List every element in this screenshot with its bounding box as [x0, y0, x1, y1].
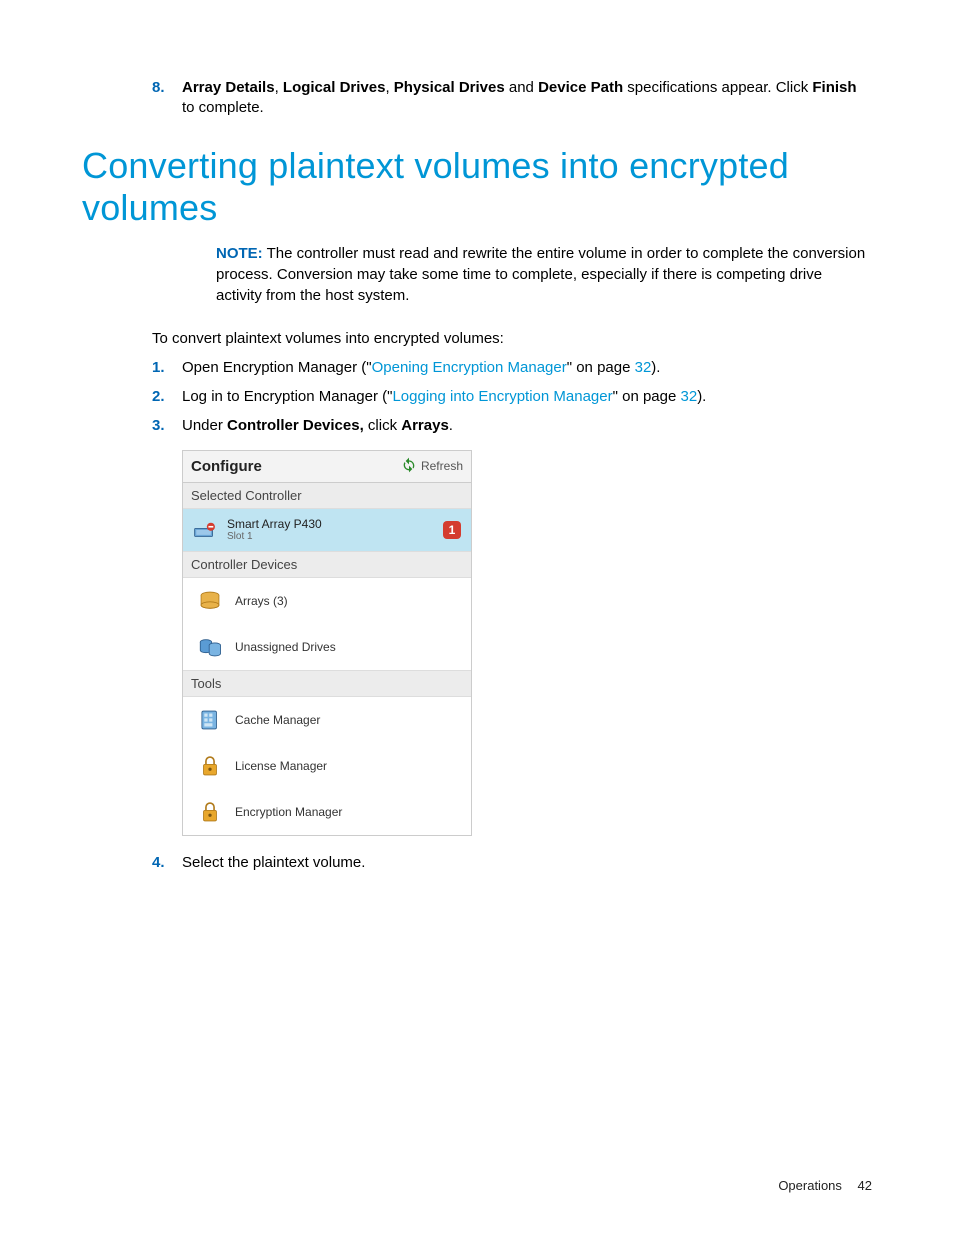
note-text: The controller must read and rewrite the…	[216, 245, 865, 304]
configure-panel: Configure Refresh Selected Controller Sm…	[182, 450, 472, 836]
list-body: Array Details, Logical Drives, Physical …	[182, 78, 872, 119]
footer-section: Operations	[778, 1178, 842, 1193]
bold-device-path: Device Path	[538, 79, 623, 96]
license-label: License Manager	[235, 759, 327, 773]
encryption-manager-row[interactable]: Encryption Manager	[183, 789, 471, 835]
step-number: 2.	[152, 386, 182, 407]
step-4: 4. Select the plaintext volume.	[152, 852, 872, 873]
list-item-8: 8. Array Details, Logical Drives, Physic…	[152, 78, 872, 119]
encryption-label: Encryption Manager	[235, 805, 342, 819]
step-number: 1.	[152, 357, 182, 378]
cache-icon	[197, 707, 223, 733]
step-number: 4.	[152, 852, 182, 873]
list-number: 8.	[152, 78, 182, 119]
step-3: 3. Under Controller Devices, click Array…	[152, 415, 872, 436]
refresh-button[interactable]: Refresh	[401, 457, 463, 476]
bold-finish: Finish	[812, 79, 856, 96]
intro-text: To convert plaintext volumes into encryp…	[152, 330, 872, 347]
cache-label: Cache Manager	[235, 713, 320, 727]
controller-name: Smart Array P430	[227, 517, 435, 531]
link-page-32b[interactable]: 32	[681, 388, 698, 405]
footer-page-number: 42	[858, 1178, 872, 1193]
unassigned-drives-row[interactable]: Unassigned Drives	[183, 624, 471, 670]
section-selected-controller: Selected Controller	[183, 483, 471, 509]
step-number: 3.	[152, 415, 182, 436]
refresh-label: Refresh	[421, 459, 463, 473]
unassigned-label: Unassigned Drives	[235, 640, 336, 654]
link-page-32a[interactable]: 32	[635, 359, 652, 376]
arrays-row[interactable]: Arrays (3)	[183, 578, 471, 624]
bold-controller-devices: Controller Devices,	[227, 417, 364, 434]
bold-array-details: Array Details	[182, 79, 275, 96]
step-1: 1. Open Encryption Manager ("Opening Enc…	[152, 357, 872, 378]
cache-manager-row[interactable]: Cache Manager	[183, 697, 471, 743]
arrays-icon	[197, 588, 223, 614]
drives-icon	[197, 634, 223, 660]
bold-arrays: Arrays	[401, 417, 449, 434]
page-footer: Operations 42	[778, 1178, 872, 1193]
note-label: NOTE:	[216, 245, 263, 262]
link-opening-em[interactable]: Opening Encryption Manager	[372, 359, 567, 376]
bold-physical-drives: Physical Drives	[394, 79, 505, 96]
step-4-text: Select the plaintext volume.	[182, 852, 872, 873]
license-manager-row[interactable]: License Manager	[183, 743, 471, 789]
link-logging-em[interactable]: Logging into Encryption Manager	[392, 388, 612, 405]
arrays-label: Arrays (3)	[235, 594, 288, 608]
alert-badge: 1	[443, 521, 461, 539]
bold-logical-drives: Logical Drives	[283, 79, 386, 96]
section-tools: Tools	[183, 670, 471, 697]
section-controller-devices: Controller Devices	[183, 551, 471, 578]
note-block: NOTE: The controller must read and rewri…	[216, 243, 872, 306]
refresh-icon	[401, 457, 417, 476]
step-2: 2. Log in to Encryption Manager ("Loggin…	[152, 386, 872, 407]
controller-card-icon	[193, 517, 219, 543]
page-heading: Converting plaintext volumes into encryp…	[82, 145, 872, 229]
lock-icon	[197, 799, 223, 825]
lock-icon	[197, 753, 223, 779]
controller-slot: Slot 1	[227, 531, 435, 542]
panel-title: Configure	[191, 458, 262, 475]
selected-controller-row[interactable]: Smart Array P430 Slot 1 1	[183, 509, 471, 551]
panel-header: Configure Refresh	[183, 451, 471, 483]
